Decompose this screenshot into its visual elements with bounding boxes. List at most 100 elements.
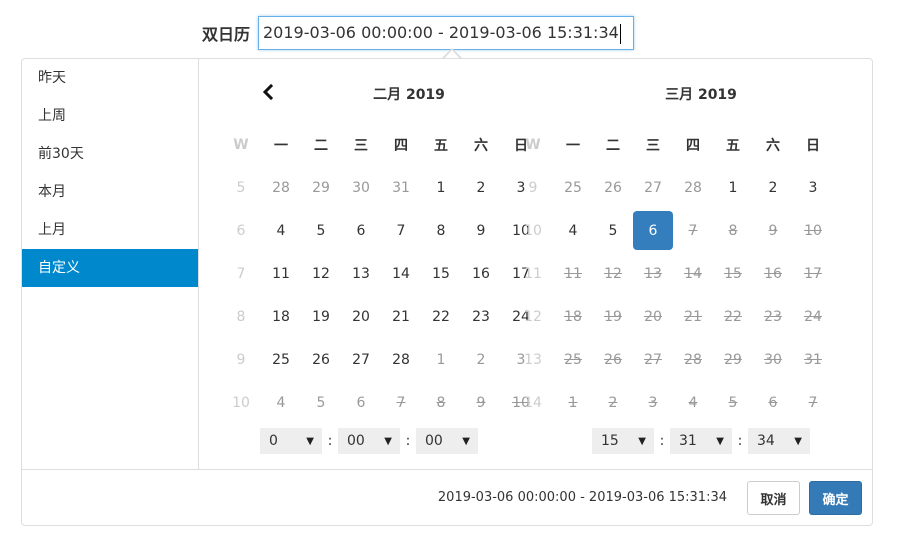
range-last-30-days[interactable]: 前30天 (22, 135, 198, 173)
calendar-grid: W 一二三四五六日 9 25 26 27 28 1 2 3 10 4 5 6 7 8 9 10 11 11 12 13 14… (513, 123, 862, 424)
minute-select[interactable]: 00 ▼ (338, 428, 400, 454)
off-month-day-cell[interactable]: 30 (341, 166, 381, 209)
off-month-day-cell[interactable]: 6 (341, 381, 381, 424)
day-cell[interactable]: 4 (261, 209, 301, 252)
weekday-header: 五 (434, 137, 448, 154)
text-caret (619, 23, 621, 44)
apply-button[interactable]: 确定 (809, 481, 862, 515)
disabled-day-cell: 26 (604, 351, 622, 368)
weekday-header: 三 (646, 137, 660, 154)
disabled-day-cell: 7 (688, 222, 698, 239)
weekday-header: 三 (354, 137, 368, 154)
day-cell[interactable]: 9 (461, 209, 501, 252)
hour-select[interactable]: 15 ▼ (592, 428, 654, 454)
day-cell[interactable]: 27 (341, 338, 381, 381)
off-month-day-cell[interactable]: 27 (633, 166, 673, 209)
time-separator: : (737, 433, 743, 449)
disabled-day-cell: 4 (688, 394, 698, 411)
day-cell[interactable]: 28 (381, 338, 421, 381)
day-cell[interactable]: 19 (301, 295, 341, 338)
disabled-day-cell: 22 (724, 308, 742, 325)
day-cell[interactable]: 14 (381, 252, 421, 295)
date-range-value: 2019-03-06 00:00:00 - 2019-03-06 15:31:3… (263, 23, 619, 42)
range-this-month[interactable]: 本月 (22, 173, 198, 211)
disabled-day-cell: 23 (764, 308, 782, 325)
day-cell[interactable]: 23 (461, 295, 501, 338)
day-cell[interactable]: 6 (341, 209, 381, 252)
day-cell[interactable]: 3 (793, 166, 833, 209)
date-range-input[interactable]: 2019-03-06 00:00:00 - 2019-03-06 15:31:3… (258, 16, 634, 50)
off-month-day-cell[interactable]: 29 (301, 166, 341, 209)
month-title: 二月 2019 (373, 87, 445, 103)
day-cell[interactable]: 4 (553, 209, 593, 252)
week-number: 10 (524, 222, 542, 239)
second-value: 00 (425, 433, 443, 449)
chevron-down-icon: ▼ (384, 435, 392, 447)
day-cell[interactable]: 25 (261, 338, 301, 381)
disabled-day-cell: 30 (764, 351, 782, 368)
day-cell[interactable]: 12 (301, 252, 341, 295)
range-last-month[interactable]: 上月 (22, 211, 198, 249)
disabled-day-cell: 7 (808, 394, 818, 411)
range-custom[interactable]: 自定义 (22, 249, 198, 287)
off-month-day-cell[interactable]: 25 (553, 166, 593, 209)
day-cell[interactable]: 1 (713, 166, 753, 209)
minute-select[interactable]: 31 ▼ (670, 428, 732, 454)
day-cell[interactable]: 26 (301, 338, 341, 381)
weekday-header: 二 (314, 137, 328, 154)
chevron-down-icon: ▼ (306, 435, 314, 447)
disabled-day-cell: 5 (728, 394, 738, 411)
time-picker-right: 15 ▼ : 31 ▼ : 34 ▼ (592, 428, 810, 454)
off-month-day-cell[interactable]: 5 (301, 381, 341, 424)
cancel-button[interactable]: 取消 (747, 481, 800, 515)
disabled-day-cell: 18 (564, 308, 582, 325)
week-number: 6 (236, 222, 246, 239)
week-number: 11 (524, 265, 542, 282)
off-month-day-cell[interactable]: 28 (673, 166, 713, 209)
day-cell[interactable]: 8 (421, 209, 461, 252)
day-cell[interactable]: 11 (261, 252, 301, 295)
disabled-day-cell: 14 (684, 265, 702, 282)
off-month-day-cell[interactable]: 1 (421, 338, 461, 381)
selected-day-cell[interactable]: 6 (633, 211, 673, 250)
disabled-day-cell: 29 (724, 351, 742, 368)
hour-value: 15 (601, 433, 619, 449)
off-month-day-cell[interactable]: 4 (261, 381, 301, 424)
day-cell[interactable]: 16 (461, 252, 501, 295)
picker-footer: 2019-03-06 00:00:00 - 2019-03-06 15:31:3… (22, 469, 872, 527)
day-cell[interactable]: 2 (753, 166, 793, 209)
day-cell[interactable]: 22 (421, 295, 461, 338)
off-month-day-cell[interactable]: 28 (261, 166, 301, 209)
day-cell[interactable]: 15 (421, 252, 461, 295)
day-cell[interactable]: 5 (593, 209, 633, 252)
day-cell[interactable]: 1 (421, 166, 461, 209)
day-cell[interactable]: 5 (301, 209, 341, 252)
weekday-header: 四 (686, 137, 700, 154)
chevron-down-icon: ▼ (716, 435, 724, 447)
day-cell[interactable]: 20 (341, 295, 381, 338)
weekday-header: 四 (394, 137, 408, 154)
off-month-day-cell[interactable]: 26 (593, 166, 633, 209)
time-separator: : (659, 433, 665, 449)
week-number: 12 (524, 308, 542, 325)
day-cell[interactable]: 7 (381, 209, 421, 252)
second-select[interactable]: 34 ▼ (748, 428, 810, 454)
day-cell[interactable]: 18 (261, 295, 301, 338)
range-yesterday[interactable]: 昨天 (22, 59, 198, 97)
day-cell[interactable]: 13 (341, 252, 381, 295)
weekday-header: 六 (474, 137, 488, 154)
disabled-day-cell: 31 (804, 351, 822, 368)
disabled-day-cell: 15 (724, 265, 742, 282)
day-cell[interactable]: 21 (381, 295, 421, 338)
day-cell[interactable]: 2 (461, 166, 501, 209)
disabled-day-cell: 13 (644, 265, 662, 282)
second-select[interactable]: 00 ▼ (416, 428, 478, 454)
off-month-day-cell[interactable]: 2 (461, 338, 501, 381)
weekday-header: 五 (726, 137, 740, 154)
hour-select[interactable]: 0 ▼ (260, 428, 322, 454)
range-last-week[interactable]: 上周 (22, 97, 198, 135)
week-number: 8 (236, 308, 246, 325)
disabled-day-cell: 24 (804, 308, 822, 325)
off-month-day-cell[interactable]: 31 (381, 166, 421, 209)
week-number: 14 (524, 394, 542, 411)
